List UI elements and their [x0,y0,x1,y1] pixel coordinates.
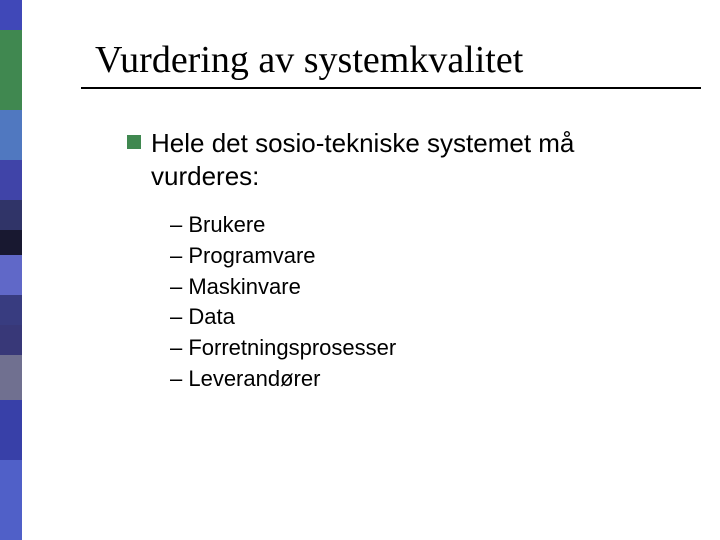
sub-item: – Brukere [170,210,680,241]
slide-title: Vurdering av systemkvalitet [95,38,680,82]
sub-item: – Data [170,302,680,333]
decorative-color-bar [0,0,22,540]
sub-item: – Programvare [170,241,680,272]
slide-content: Vurdering av systemkvalitet Hele det sos… [95,38,680,395]
sub-item: – Leverandører [170,364,680,395]
main-bullet-row: Hele det sosio-tekniske systemet må vurd… [127,127,680,192]
sub-item: – Maskinvare [170,272,680,303]
sub-bullet-list: – Brukere – Programvare – Maskinvare – D… [170,210,680,395]
bullet-square-icon [127,135,141,149]
sub-item: – Forretningsprosesser [170,333,680,364]
main-bullet-text: Hele det sosio-tekniske systemet må vurd… [151,127,631,192]
